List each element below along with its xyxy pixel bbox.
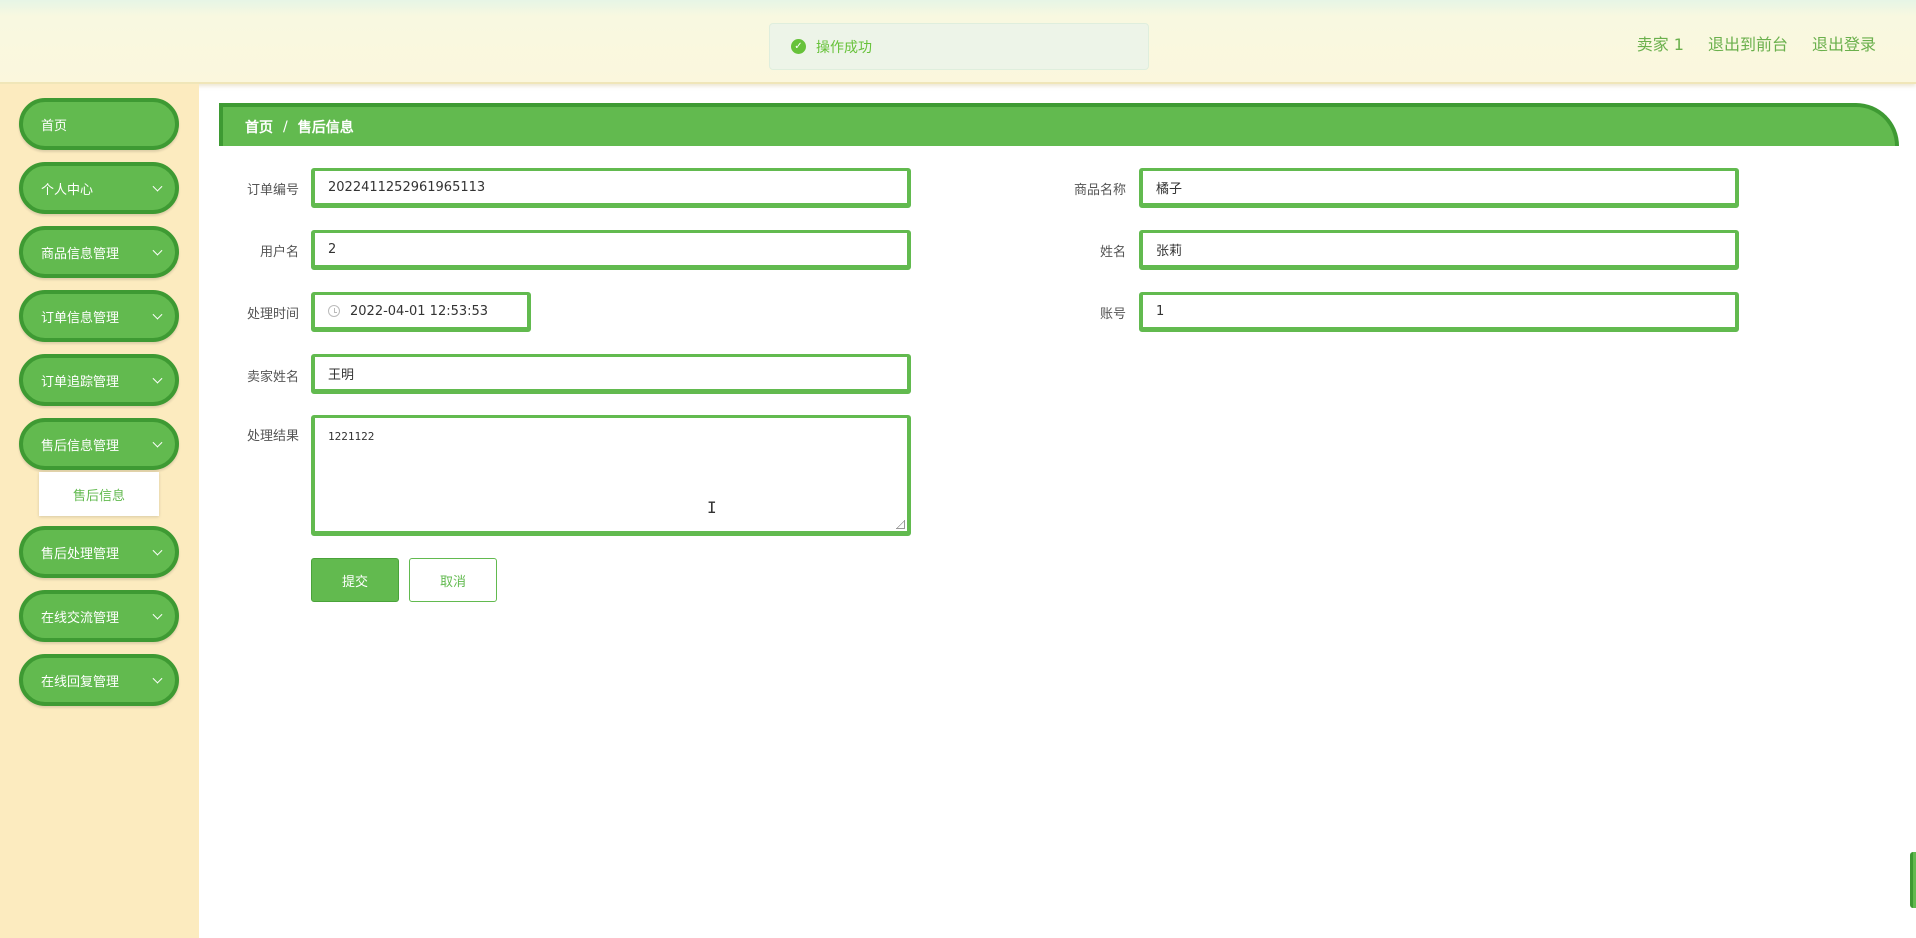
text-cursor-icon: I	[707, 498, 717, 517]
order-no-label: 订单编号	[246, 183, 299, 198]
scrollbar-thumb[interactable]	[1910, 852, 1916, 908]
seller-name-value: 王明	[328, 367, 355, 383]
product-name-value: 橘子	[1156, 181, 1183, 197]
check-circle-icon: ✓	[791, 39, 806, 54]
seller-name-field[interactable]: 王明	[311, 354, 911, 394]
sidebar: 首页 个人中心 商品信息管理 订单信息管理 订单追踪管理 售后信息管理 售后信息…	[0, 84, 199, 938]
sidebar-item-personal-center[interactable]: 个人中心	[19, 162, 179, 214]
name-value: 张莉	[1156, 243, 1183, 259]
order-no-field[interactable]: 2022411252961965113	[311, 168, 911, 208]
sidebar-item-label: 首页	[41, 118, 68, 134]
sidebar-item-label: 订单追踪管理	[41, 374, 120, 390]
result-textarea[interactable]: 1221122	[311, 415, 911, 536]
chevron-down-icon	[152, 245, 163, 256]
product-name-label: 商品名称	[1073, 183, 1126, 198]
cancel-button[interactable]: 取消	[409, 558, 497, 602]
header-links: 卖家 1 退出到前台 退出登录	[1637, 31, 1876, 55]
sidebar-item-online-chat[interactable]: 在线交流管理	[19, 590, 179, 642]
sidebar-item-label: 售后信息管理	[41, 438, 120, 454]
account-label: 账号	[1099, 307, 1126, 322]
chevron-down-icon	[152, 181, 163, 192]
sidebar-item-after-sales-info[interactable]: 售后信息管理	[19, 418, 179, 470]
chevron-down-icon	[152, 309, 163, 320]
result-label: 处理结果	[246, 429, 299, 444]
sidebar-item-online-reply[interactable]: 在线回复管理	[19, 654, 179, 706]
breadcrumb-current: 售后信息	[297, 119, 354, 136]
chevron-down-icon	[152, 373, 163, 384]
process-time-value: 2022-04-01 12:53:53	[350, 303, 489, 319]
product-name-field[interactable]: 橘子	[1139, 168, 1739, 208]
chevron-down-icon	[152, 437, 163, 448]
sidebar-item-label: 个人中心	[41, 182, 94, 198]
toast-message: 操作成功	[816, 39, 872, 56]
breadcrumb-separator: /	[283, 118, 288, 135]
chevron-down-icon	[152, 609, 163, 620]
name-label: 姓名	[1099, 245, 1126, 260]
account-value: 1	[1156, 303, 1165, 319]
sidebar-subitem-after-sales-info[interactable]: 售后信息	[39, 472, 159, 516]
username-value: 2	[328, 241, 337, 257]
breadcrumb-home[interactable]: 首页	[245, 117, 273, 137]
process-time-label: 处理时间	[246, 307, 299, 322]
success-toast: ✓ 操作成功	[769, 23, 1149, 70]
username-label: 用户名	[259, 245, 299, 260]
sidebar-item-label: 订单信息管理	[41, 310, 120, 326]
top-header: ✓ 操作成功 卖家 1 退出到前台 退出登录	[0, 0, 1916, 84]
user-label[interactable]: 卖家 1	[1637, 31, 1684, 55]
chevron-down-icon	[152, 673, 163, 684]
seller-name-label: 卖家姓名	[246, 370, 299, 385]
sidebar-item-product-management[interactable]: 商品信息管理	[19, 226, 179, 278]
account-field[interactable]: 1	[1139, 292, 1739, 332]
sidebar-item-after-sales-processing[interactable]: 售后处理管理	[19, 526, 179, 578]
sidebar-item-home[interactable]: 首页	[19, 98, 179, 150]
result-value: 1221122	[328, 430, 375, 443]
sidebar-item-label: 售后处理管理	[41, 546, 120, 562]
sidebar-subitem-label: 售后信息	[72, 488, 125, 504]
chevron-down-icon	[152, 545, 163, 556]
clock-icon	[328, 305, 340, 317]
process-time-picker[interactable]: 2022-04-01 12:53:53	[311, 292, 531, 332]
sidebar-item-label: 在线交流管理	[41, 610, 120, 626]
breadcrumb: 首页 / 售后信息	[219, 103, 1899, 146]
back-to-front-link[interactable]: 退出到前台	[1708, 31, 1788, 55]
order-no-value: 2022411252961965113	[328, 179, 486, 195]
submit-button[interactable]: 提交	[311, 558, 399, 602]
name-field[interactable]: 张莉	[1139, 230, 1739, 270]
sidebar-item-order-management[interactable]: 订单信息管理	[19, 290, 179, 342]
username-field[interactable]: 2	[311, 230, 911, 270]
logout-link[interactable]: 退出登录	[1812, 31, 1876, 55]
sidebar-item-label: 在线回复管理	[41, 674, 120, 690]
sidebar-item-label: 商品信息管理	[41, 246, 120, 262]
sidebar-item-order-tracking[interactable]: 订单追踪管理	[19, 354, 179, 406]
resize-grip-icon[interactable]	[896, 520, 905, 529]
